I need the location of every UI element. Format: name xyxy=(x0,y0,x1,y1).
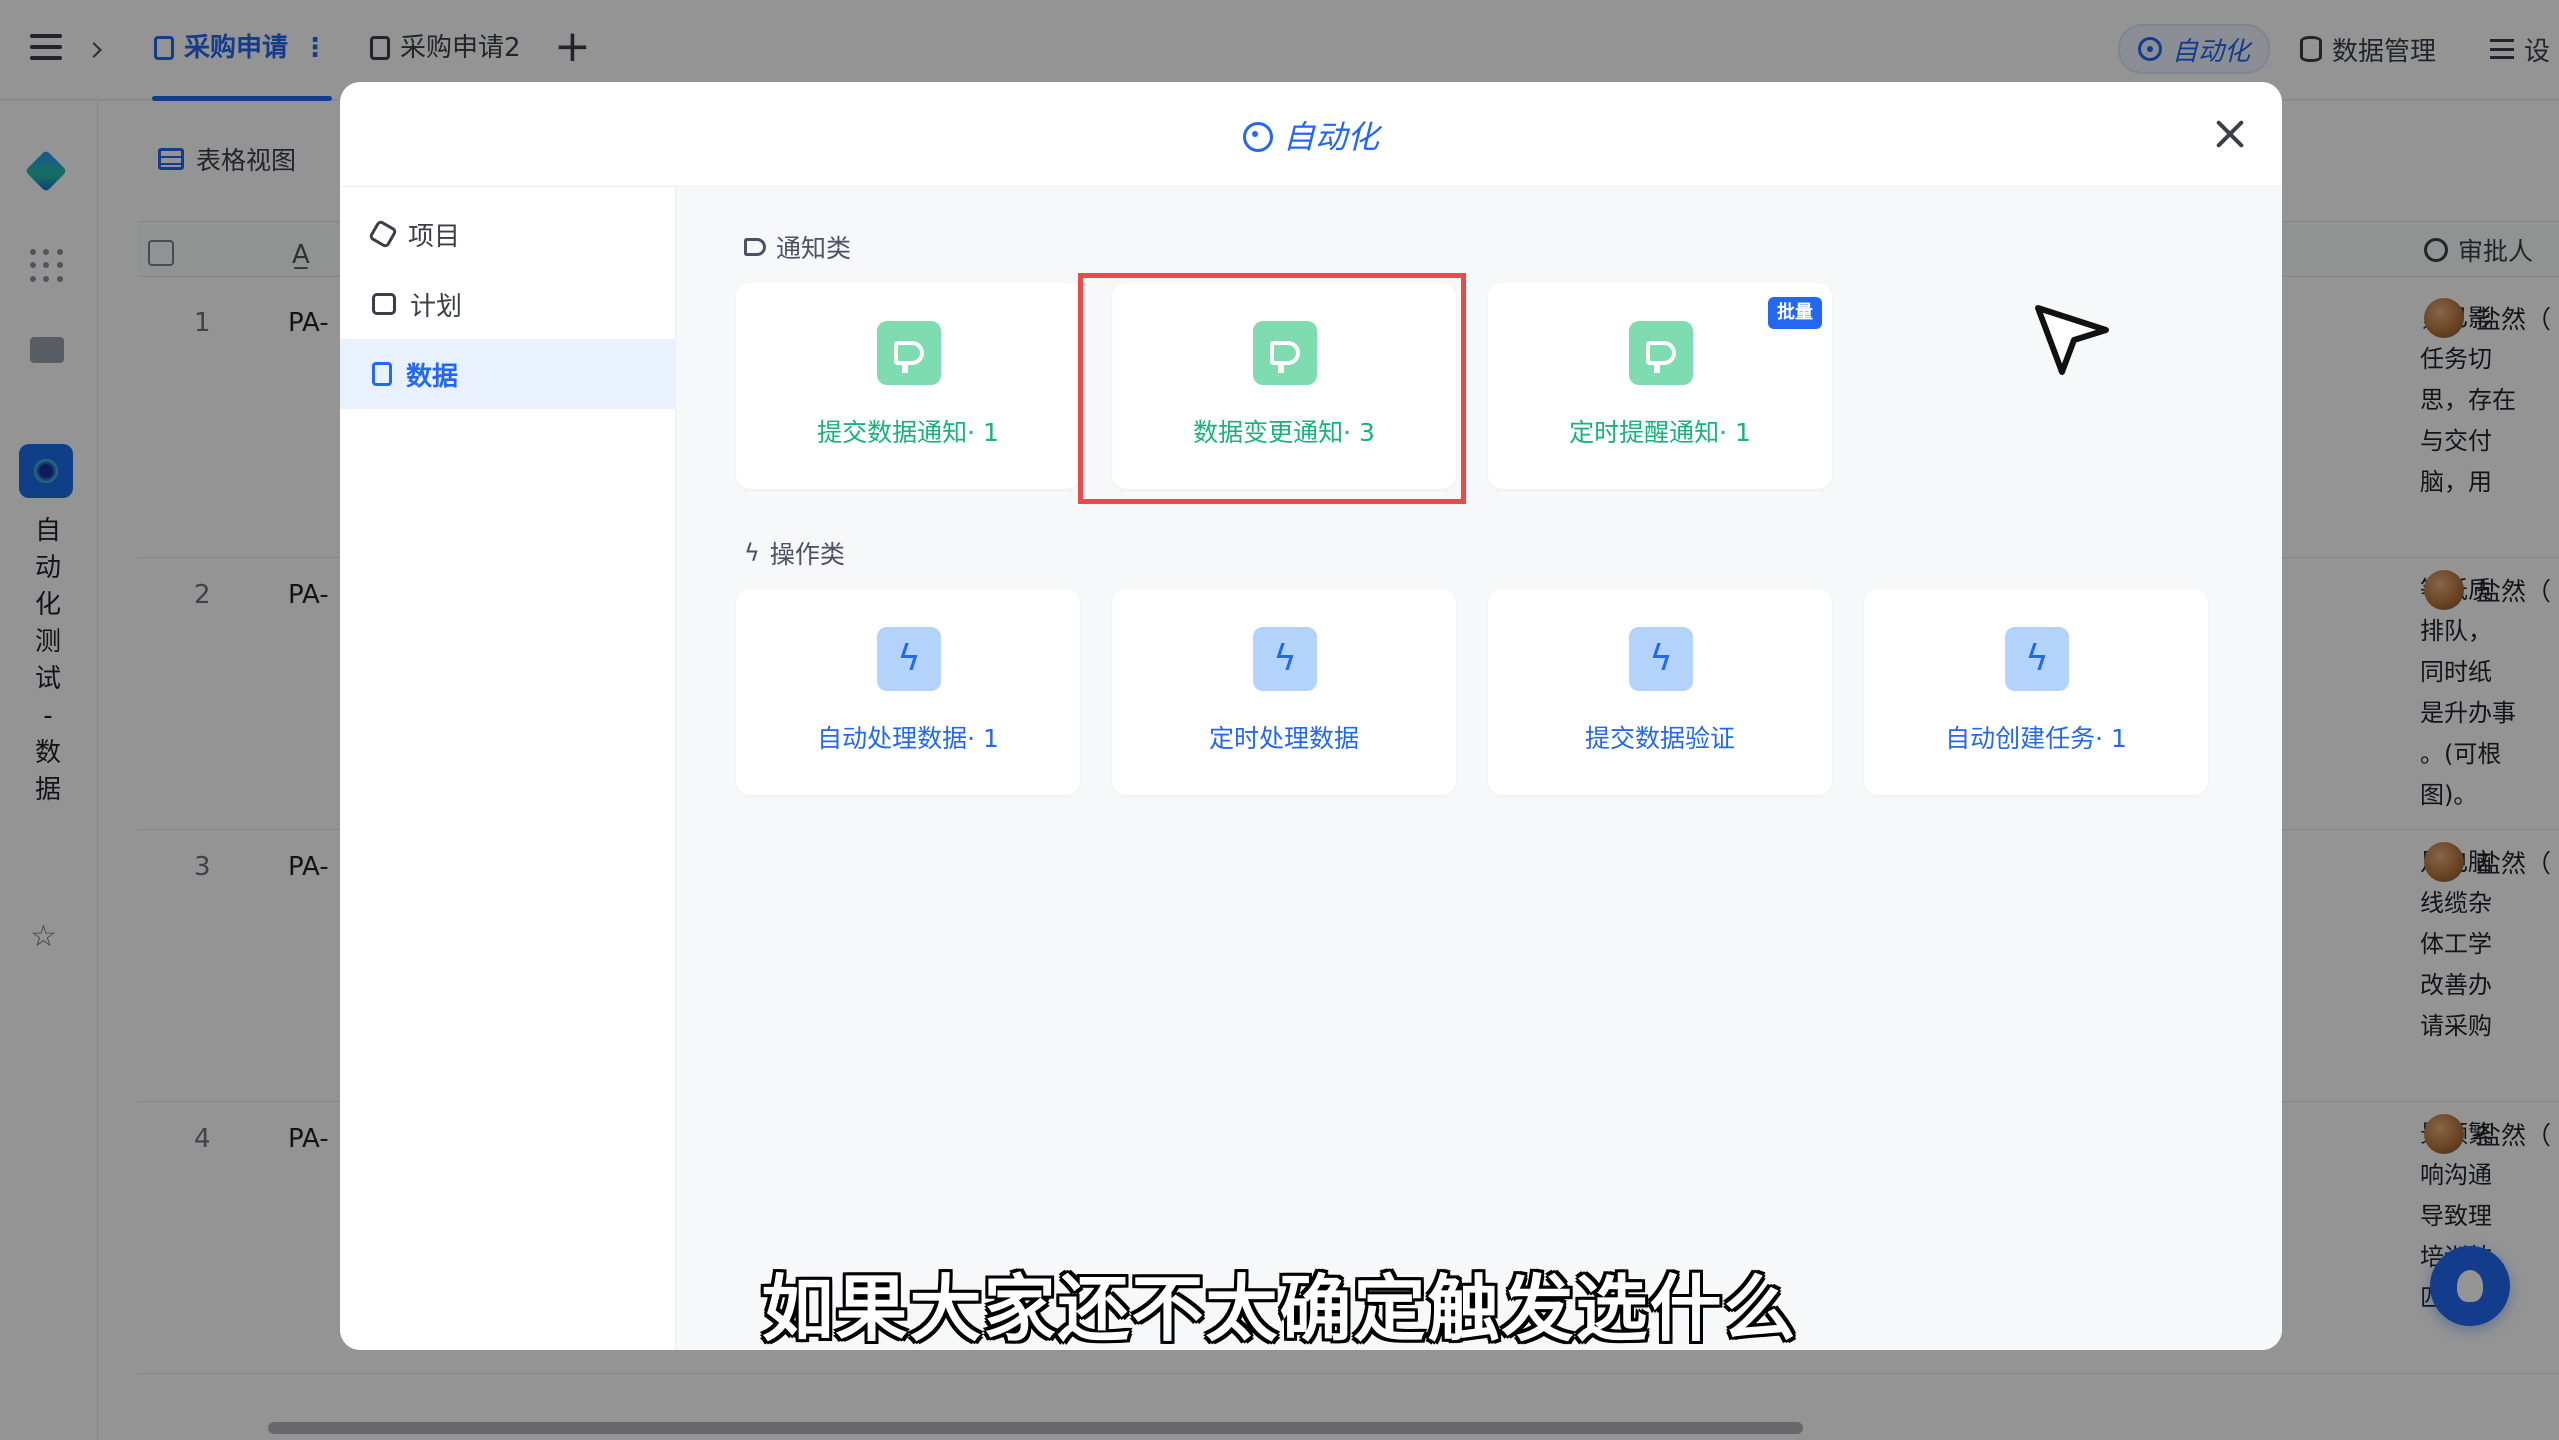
megaphone-icon xyxy=(744,238,766,256)
category-plan[interactable]: 计划 xyxy=(340,269,676,339)
modal-title: 自动化 xyxy=(340,112,2282,158)
video-subtitle: 如果大家还不太确定触发选什么 xyxy=(761,1267,1798,1351)
card-auto-create-task[interactable]: ϟ 自动创建任务· 1 xyxy=(1864,589,2208,795)
bolt-icon: ϟ xyxy=(744,539,760,567)
category-project[interactable]: 项目 xyxy=(340,199,676,269)
section-title-notify: 通知类 xyxy=(744,229,851,265)
plan-icon xyxy=(372,293,396,315)
card-submit-data-validation[interactable]: ϟ 提交数据验证 xyxy=(1488,589,1832,795)
section-title-action: ϟ 操作类 xyxy=(744,539,845,569)
modal-header: 自动化 xyxy=(340,82,2282,187)
data-icon xyxy=(372,362,392,386)
card-scheduled-reminder-notify[interactable]: 定时提醒通知· 1 批量 xyxy=(1488,283,1832,489)
category-data[interactable]: 数据 xyxy=(340,339,676,409)
automation-icon xyxy=(1242,122,1273,152)
bolt-icon: ϟ xyxy=(2005,627,2069,691)
cursor-icon xyxy=(2035,305,2109,375)
batch-badge: 批量 xyxy=(1768,297,1822,329)
card-submit-data-notify[interactable]: 提交数据通知· 1 xyxy=(736,283,1080,489)
highlight-box xyxy=(1078,273,1466,504)
bolt-icon: ϟ xyxy=(1629,627,1693,691)
megaphone-icon xyxy=(1629,321,1693,385)
megaphone-icon xyxy=(877,321,941,385)
close-icon[interactable] xyxy=(2212,116,2248,152)
bolt-icon: ϟ xyxy=(877,627,941,691)
project-icon xyxy=(367,218,399,250)
modal-category-list: 项目 计划 数据 xyxy=(340,187,676,1350)
card-auto-process-data[interactable]: ϟ 自动处理数据· 1 xyxy=(736,589,1080,795)
bolt-icon: ϟ xyxy=(1253,627,1317,691)
card-scheduled-process-data[interactable]: ϟ 定时处理数据 xyxy=(1112,589,1456,795)
